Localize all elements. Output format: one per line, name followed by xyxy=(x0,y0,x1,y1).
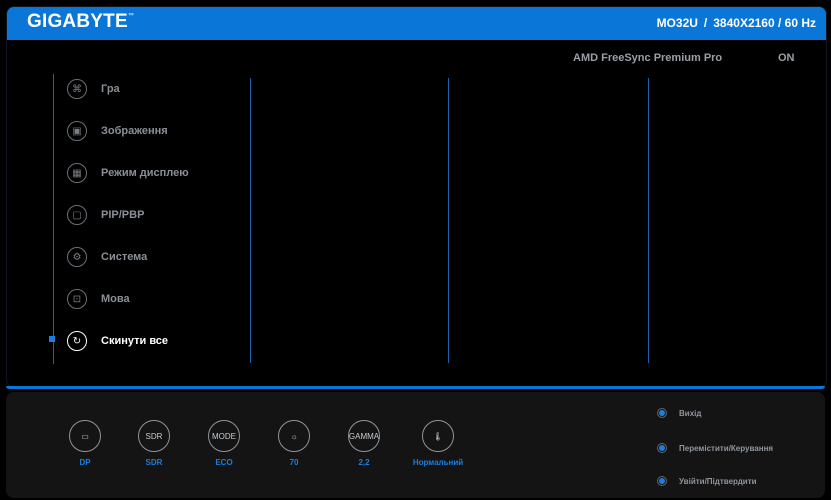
status-item-color-temp: 🌡 Нормальний xyxy=(408,420,468,467)
model-name: MO32U xyxy=(656,16,698,30)
column-divider xyxy=(250,78,251,363)
status-label: 70 xyxy=(289,458,299,467)
status-label: SDR xyxy=(145,458,163,467)
status-item-gamma: GAMMA 2,2 xyxy=(334,420,394,467)
freesync-status: AMD FreeSync Premium Pro ON xyxy=(7,52,826,70)
joystick-right-icon xyxy=(655,474,669,488)
language-icon: ⊡ xyxy=(67,289,87,309)
menu-item-label: Зображення xyxy=(101,125,168,137)
status-item-mode: MODE ECO xyxy=(194,420,254,467)
menu-item-language[interactable]: ⊡ Мова xyxy=(67,287,130,311)
freesync-value: ON xyxy=(778,52,795,64)
joystick-up-icon xyxy=(655,441,669,455)
menu-item-label: Гра xyxy=(101,83,120,95)
display-mode-icon: ▦ xyxy=(67,163,87,183)
menu-item-label: Скинути все xyxy=(101,335,169,347)
menu-item-label: Режим дисплею xyxy=(101,167,189,179)
nav-hint-label: Увійти/Підтвердити xyxy=(679,476,757,486)
menu-item-game[interactable]: ⌘ Гра xyxy=(67,77,120,101)
nav-hint-exit: Вихід xyxy=(655,406,701,420)
menu-item-label: Мова xyxy=(101,293,130,305)
thermometer-icon: 🌡 xyxy=(422,420,454,452)
pip-icon: ▢ xyxy=(67,205,87,225)
menu-item-label: Система xyxy=(101,251,148,263)
status-label: DP xyxy=(79,458,91,467)
model-info: MO32U / 3840X2160 / 60 Hz xyxy=(657,16,816,30)
status-item-brightness: ☼ 70 xyxy=(264,420,324,467)
column-divider xyxy=(648,78,649,363)
status-item-hdr: SDR SDR xyxy=(124,420,184,467)
menu-item-label: PIP/PBP xyxy=(101,209,145,221)
displayport-icon: ▭ xyxy=(69,420,101,452)
brand-logo: GIGABYTE™ xyxy=(27,11,135,32)
nav-hint-move: Перемістити/Керування xyxy=(655,441,773,455)
gamepad-icon: ⌘ xyxy=(67,79,87,99)
panel-accent-bar xyxy=(6,386,825,389)
gamma-icon: GAMMA xyxy=(348,420,380,452)
status-label: 2,2 xyxy=(358,458,370,467)
nav-hint-label: Перемістити/Керування xyxy=(679,443,774,453)
column-divider xyxy=(448,78,449,363)
status-label: ECO xyxy=(215,458,233,467)
freesync-label: AMD FreeSync Premium Pro xyxy=(573,52,723,64)
reset-icon: ↻ xyxy=(67,331,87,351)
menu-item-display-mode[interactable]: ▦ Режим дисплею xyxy=(67,161,189,185)
menu-item-reset-all[interactable]: ↻ Скинути все xyxy=(67,329,168,353)
menu-item-picture[interactable]: ▣ Зображення xyxy=(67,119,168,143)
brightness-icon: ☼ xyxy=(278,420,310,452)
menu-item-pip-pbp[interactable]: ▢ PIP/PBP xyxy=(67,203,144,227)
nav-hint-enter: Увійти/Підтвердити xyxy=(655,474,757,488)
resolution-info: 3840X2160 / 60 Hz xyxy=(713,16,816,30)
status-label: Нормальний xyxy=(412,458,464,467)
menu-tree-line xyxy=(53,74,54,364)
status-item-input: ▭ DP xyxy=(55,420,115,467)
gear-icon: ⚙ xyxy=(67,247,87,267)
menu-item-system[interactable]: ⚙ Система xyxy=(67,245,147,269)
mode-icon: MODE xyxy=(208,420,240,452)
osd-header: GIGABYTE™ MO32U / 3840X2160 / 60 Hz xyxy=(7,7,826,40)
picture-icon: ▣ xyxy=(67,121,87,141)
model-separator: / xyxy=(703,16,708,30)
nav-hint-label: Вихід xyxy=(679,408,702,418)
sdr-icon: SDR xyxy=(138,420,170,452)
status-panel: ▭ DP SDR SDR MODE ECO ☼ 70 GAMMA 2,2 🌡 Н… xyxy=(6,392,825,498)
menu-active-marker xyxy=(49,336,55,342)
joystick-left-icon xyxy=(655,406,669,420)
osd-main-panel: GIGABYTE™ MO32U / 3840X2160 / 60 Hz AMD Fr… xyxy=(6,6,827,388)
